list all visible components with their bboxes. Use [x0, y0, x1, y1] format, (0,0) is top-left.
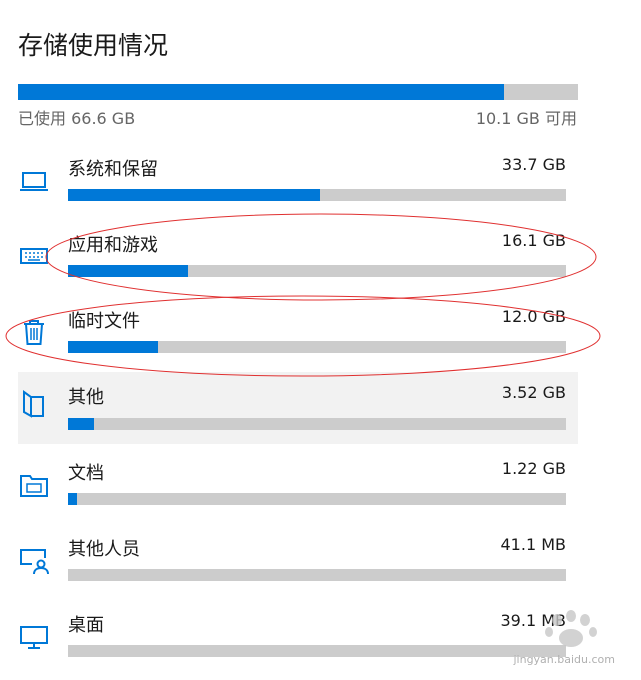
category-usage-bar — [68, 189, 566, 201]
trash-icon — [18, 316, 50, 348]
category-usage-bar — [68, 341, 566, 353]
category-usage-fill — [68, 418, 95, 430]
category-usage-fill — [68, 189, 320, 201]
category-usage-fill — [68, 265, 189, 277]
category-system-reserved[interactable]: 系统和保留 33.7 GB — [18, 152, 578, 224]
user-desktop-icon — [18, 544, 50, 576]
category-temp-files[interactable]: 临时文件 12.0 GB — [18, 304, 578, 376]
category-usage-bar — [68, 418, 566, 430]
category-desktop[interactable]: 桌面 39.1 MB — [18, 608, 578, 680]
used-space-label: 已使用 66.6 GB — [18, 109, 136, 128]
category-size: 16.1 GB — [501, 231, 566, 250]
documents-folder-icon — [18, 468, 50, 500]
monitor-icon — [18, 620, 50, 652]
category-usage-bar — [68, 493, 566, 505]
keyboard-icon — [18, 240, 50, 272]
page-title: 存储使用情况 — [18, 31, 169, 60]
category-size: 12.0 GB — [501, 307, 566, 326]
category-other-people[interactable]: 其他人员 41.1 MB — [18, 532, 578, 604]
free-space-label: 10.1 GB 可用 — [475, 109, 577, 128]
category-documents[interactable]: 文档 1.22 GB — [18, 456, 578, 528]
folder-icon — [18, 388, 50, 420]
category-usage-fill — [68, 493, 77, 505]
category-usage-bar — [68, 645, 566, 657]
category-usage-bar — [68, 265, 566, 277]
category-name: 文档 — [68, 463, 104, 484]
category-size: 33.7 GB — [501, 155, 566, 174]
total-storage-fill — [18, 84, 505, 100]
category-apps-games[interactable]: 应用和游戏 16.1 GB — [18, 228, 578, 300]
watermark-text: jingyan.baidu.com — [513, 653, 615, 666]
category-size: 1.22 GB — [501, 459, 566, 478]
category-name: 桌面 — [68, 615, 104, 636]
category-name: 应用和游戏 — [68, 235, 158, 256]
category-name: 临时文件 — [68, 311, 140, 332]
category-usage-fill — [68, 341, 158, 353]
category-name: 系统和保留 — [68, 159, 158, 180]
laptop-icon — [18, 164, 50, 196]
category-name: 其他人员 — [68, 539, 140, 560]
total-storage-bar — [18, 84, 578, 100]
category-name: 其他 — [68, 387, 104, 408]
category-size: 41.1 MB — [500, 535, 567, 554]
category-usage-bar — [68, 569, 566, 581]
category-size: 3.52 GB — [501, 383, 566, 402]
category-other[interactable]: 其他 3.52 GB — [18, 372, 578, 444]
